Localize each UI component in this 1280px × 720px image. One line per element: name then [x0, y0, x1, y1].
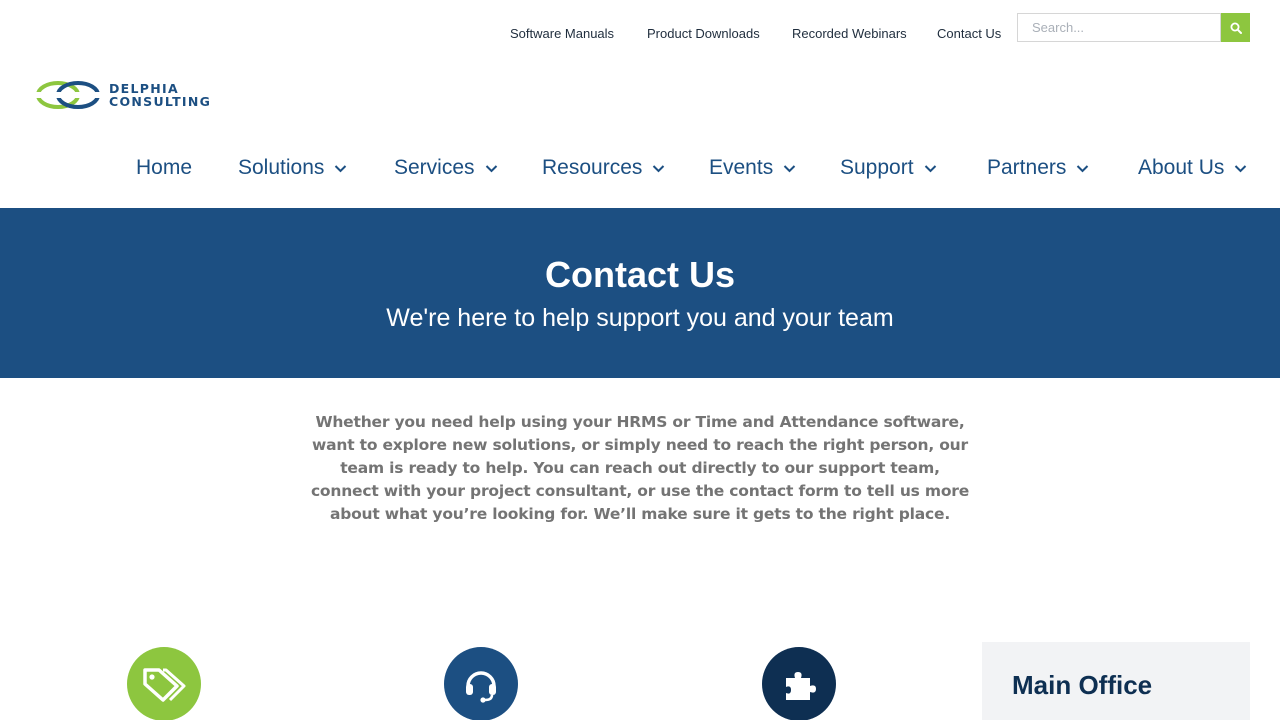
chevron-down-icon	[1234, 164, 1247, 173]
company-logo[interactable]: DELPHIA CONSULTING	[36, 78, 236, 112]
chevron-down-icon	[334, 164, 347, 173]
page-title: Contact Us	[544, 254, 736, 295]
intro-paragraph: Whether you need help using your HRMS or…	[310, 413, 970, 523]
chevron-down-icon	[783, 164, 796, 173]
chevron-down-icon	[652, 164, 665, 173]
search-icon	[1230, 22, 1242, 34]
page-subtitle: We're here to help support you and your …	[386, 304, 894, 332]
nav-label: Support	[840, 156, 914, 179]
chevron-down-icon	[924, 164, 937, 173]
utility-link-recorded-webinars[interactable]: Recorded Webinars	[792, 26, 907, 41]
search-button[interactable]	[1221, 13, 1250, 42]
nav-item-support[interactable]: Support	[840, 156, 937, 180]
utility-link-software-manuals[interactable]: Software Manuals	[510, 26, 614, 41]
feature-tags-circle	[127, 647, 201, 720]
utility-link-contact-us[interactable]: Contact Us	[937, 26, 1001, 41]
chevron-down-icon	[1076, 164, 1089, 173]
nav-item-home[interactable]: Home	[136, 156, 192, 180]
nav-label: Home	[136, 156, 193, 179]
nav-label: Events	[709, 156, 774, 179]
nav-item-partners[interactable]: Partners	[987, 156, 1089, 180]
hero-banner: Contact Us We're here to help support yo…	[0, 208, 1280, 378]
puzzle-icon	[786, 672, 816, 700]
main-office-card: Main Office	[982, 642, 1250, 720]
utility-bar: Software Manuals Product Downloads Recor…	[0, 0, 1280, 60]
search-input[interactable]	[1017, 13, 1221, 42]
nav-label: Partners	[987, 156, 1067, 179]
nav-item-solutions[interactable]: Solutions	[238, 156, 347, 180]
feature-integration-circle	[762, 647, 836, 720]
feature-support-circle	[444, 647, 518, 720]
utility-link-product-downloads[interactable]: Product Downloads	[647, 26, 760, 41]
nav-label: Resources	[542, 156, 643, 179]
nav-item-resources[interactable]: Resources	[542, 156, 665, 180]
nav-item-services[interactable]: Services	[394, 156, 498, 180]
logo-mark-icon	[36, 81, 102, 109]
logo-wordmark: DELPHIA CONSULTING	[109, 82, 211, 108]
nav-item-about-us[interactable]: About Us	[1138, 156, 1247, 180]
nav-label: Solutions	[238, 156, 325, 179]
logo-line-2: CONSULTING	[109, 94, 212, 109]
nav-item-events[interactable]: Events	[709, 156, 796, 180]
tags-icon	[143, 668, 186, 702]
nav-label: About Us	[1138, 156, 1225, 179]
nav-label: Services	[394, 156, 475, 179]
main-office-title: Main Office	[1012, 670, 1153, 700]
chevron-down-icon	[485, 164, 498, 173]
main-nav: Home Solutions Services Resources Events…	[0, 152, 1280, 188]
headset-icon	[466, 671, 496, 703]
